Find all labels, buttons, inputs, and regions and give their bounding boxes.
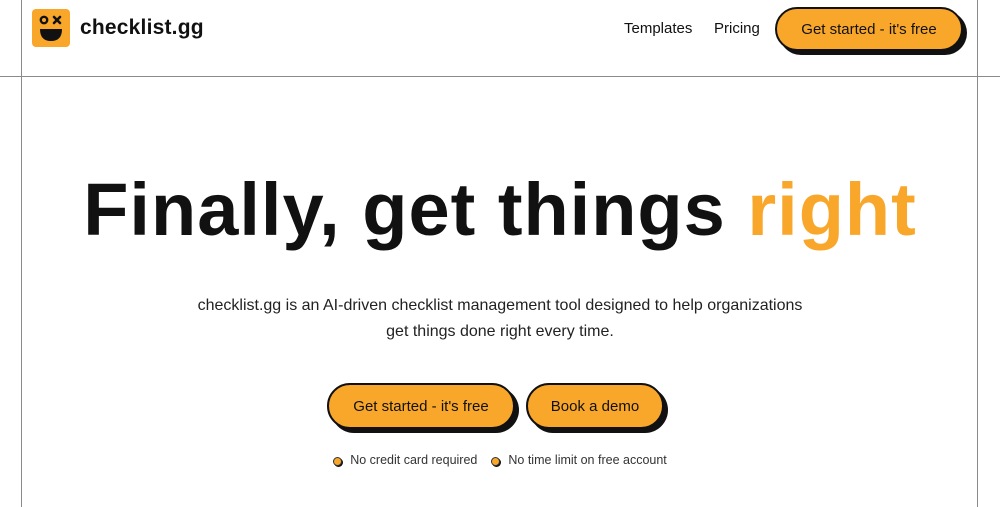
bullet-dot-icon [333,457,343,466]
note-text: No time limit on free account [508,453,667,467]
page: checklist.gg Templates Pricing Get start… [0,0,1000,507]
smiley-face-icon [32,9,70,47]
nav-pricing-link[interactable]: Pricing [714,20,760,37]
hero-notes: No credit card required No time limit on… [0,453,1000,467]
subtitle-line-1: checklist.gg is an AI-driven checklist m… [197,297,803,314]
note-no-credit-card: No credit card required [333,453,477,467]
headline-main-text: Finally, get things [83,168,748,251]
header-divider [0,76,1000,77]
brand-name: checklist.gg [80,16,204,39]
bullet-dot-icon [491,457,501,466]
note-no-time-limit: No time limit on free account [491,453,667,467]
nav-templates-link[interactable]: Templates [624,20,692,37]
book-demo-button[interactable]: Book a demo [526,383,664,429]
logo-link[interactable]: checklist.gg [32,9,204,47]
note-text: No credit card required [350,453,478,467]
header-get-started-button[interactable]: Get started - it's free [775,7,963,51]
subtitle-line-2: get things done right every time. [386,323,614,340]
hero-get-started-button[interactable]: Get started - it's free [327,383,515,429]
headline-accent-text: right [747,168,917,251]
hero-headline: Finally, get things right [0,165,1000,255]
hero-subtitle: checklist.gg is an AI-driven checklist m… [150,293,850,345]
